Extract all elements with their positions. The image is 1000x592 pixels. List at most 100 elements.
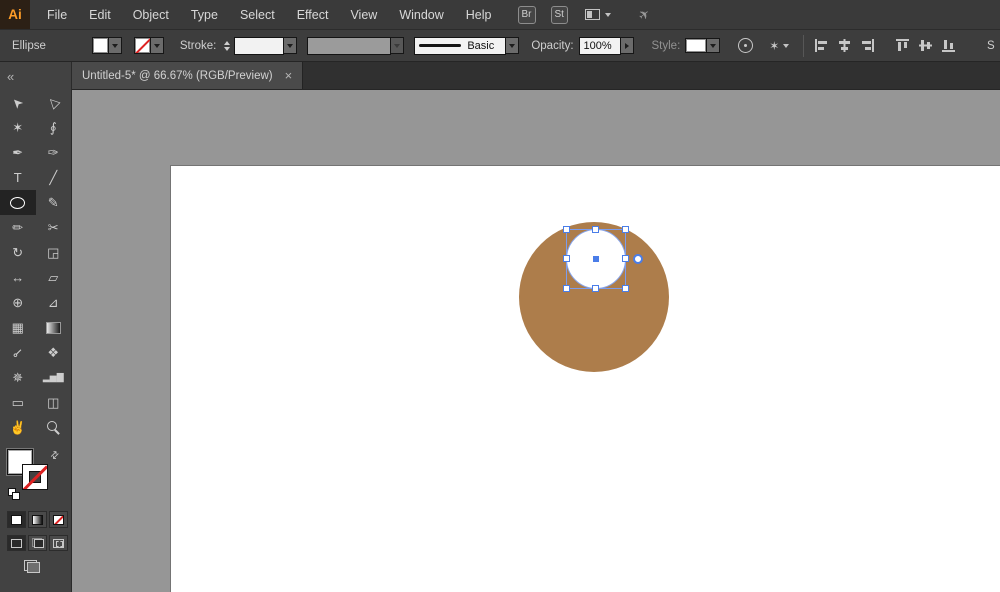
opacity-panel-button[interactable] <box>621 37 634 54</box>
stroke-weight-dropdown-button[interactable] <box>284 37 297 54</box>
scissors-tool[interactable]: ✂ <box>36 215 72 240</box>
slice-icon: ◫ <box>47 395 59 411</box>
opacity-input[interactable] <box>579 37 621 55</box>
document-tab[interactable]: Untitled-5* @ 66.67% (RGB/Preview) × <box>72 62 303 89</box>
select-similar-button[interactable]: ✶ <box>769 39 789 53</box>
pen-icon: ✒ <box>12 145 23 161</box>
stroke-color-picker[interactable] <box>134 37 164 54</box>
selection-handle-middle-right[interactable] <box>622 255 629 262</box>
color-button[interactable] <box>7 511 26 528</box>
share-icon[interactable]: ✈ <box>635 5 653 24</box>
menu-item-type[interactable]: Type <box>180 0 229 29</box>
symbol-sprayer-tool[interactable]: ✵ <box>0 365 36 390</box>
selection-handle-bottom-center[interactable] <box>592 285 599 292</box>
none-slash-icon <box>22 465 48 490</box>
stroke-dropdown-button[interactable] <box>151 37 164 54</box>
stroke-swatch[interactable] <box>22 464 48 490</box>
shaper-tool[interactable]: ✏ <box>0 215 36 240</box>
opacity-combo[interactable] <box>579 37 634 55</box>
scale-tool[interactable]: ◲ <box>36 240 72 265</box>
ellipse-tool[interactable] <box>0 190 36 215</box>
style-dropdown-button[interactable] <box>707 38 720 53</box>
chevron-down-icon <box>287 44 293 48</box>
collapse-panel-button[interactable]: « <box>7 69 14 84</box>
align-horizontal-center-button[interactable] <box>833 35 856 57</box>
bridge-button[interactable]: Br <box>518 6 536 24</box>
draw-inside-button[interactable] <box>49 535 68 551</box>
menu-item-view[interactable]: View <box>339 0 388 29</box>
line-segment-tool[interactable]: ╱ <box>36 165 72 190</box>
align-left-icon <box>814 38 829 53</box>
brush-definition-combo[interactable]: Basic <box>414 37 519 55</box>
artboard-tool[interactable]: ▭ <box>0 390 36 415</box>
rotate-tool[interactable]: ↻ <box>0 240 36 265</box>
width-profile-field <box>307 37 391 55</box>
live-shape-widget[interactable] <box>633 254 643 264</box>
style-combo[interactable] <box>685 38 720 53</box>
selection-handle-bottom-left[interactable] <box>563 285 570 292</box>
selection-tool[interactable]: ➤ <box>0 90 36 115</box>
blend-tool[interactable]: ❖ <box>36 340 72 365</box>
selection-handle-middle-left[interactable] <box>563 255 570 262</box>
menu-item-help[interactable]: Help <box>455 0 503 29</box>
zoom-icon <box>47 421 60 434</box>
fill-dropdown-button[interactable] <box>109 37 122 54</box>
workspace-switcher[interactable] <box>585 9 611 20</box>
close-tab-icon[interactable]: × <box>285 69 293 82</box>
shape-builder-tool[interactable]: ⊕ <box>0 290 36 315</box>
brush-dropdown-button[interactable] <box>506 37 519 54</box>
free-transform-tool[interactable]: ▱ <box>36 265 72 290</box>
selection-handle-top-center[interactable] <box>592 226 599 233</box>
direct-selection-tool[interactable]: ▷ <box>36 90 72 115</box>
menu-item-select[interactable]: Select <box>229 0 286 29</box>
tools-panel: « ➤ ▷ ✶ ∮ ✒ ✑ T ╱ ✎ ✏ ✂ ↻ ◲ ↔ ▱ ⊕ ⊿ ▦ ⊸ … <box>0 62 72 592</box>
gradient-tool[interactable] <box>36 315 72 340</box>
stock-button[interactable]: St <box>551 6 568 24</box>
recolor-artwork-icon[interactable] <box>738 38 753 53</box>
change-screen-mode-icon[interactable] <box>24 560 40 573</box>
gradient-button[interactable] <box>28 511 47 528</box>
draw-normal-button[interactable] <box>7 535 26 551</box>
slice-tool[interactable]: ◫ <box>36 390 72 415</box>
drawing-mode-row <box>7 535 71 551</box>
lasso-tool[interactable]: ∮ <box>36 115 72 140</box>
menu-item-object[interactable]: Object <box>122 0 180 29</box>
default-fill-stroke-icon[interactable] <box>8 488 22 501</box>
align-horizontal-left-button[interactable] <box>810 35 833 57</box>
artboard[interactable] <box>170 165 1000 592</box>
menu-item-edit[interactable]: Edit <box>78 0 122 29</box>
align-horizontal-right-button[interactable] <box>856 35 879 57</box>
selection-handle-bottom-right[interactable] <box>622 285 629 292</box>
align-vertical-center-button[interactable] <box>914 35 937 57</box>
pen-tool[interactable]: ✒ <box>0 140 36 165</box>
magic-wand-tool[interactable]: ✶ <box>0 115 36 140</box>
stroke-weight-combo[interactable] <box>234 37 297 55</box>
align-vertical-top-button[interactable] <box>891 35 914 57</box>
brush-definition-field[interactable]: Basic <box>414 37 506 55</box>
curvature-tool[interactable]: ✑ <box>36 140 72 165</box>
eyedropper-tool[interactable]: ⊸ <box>0 340 36 365</box>
paintbrush-tool[interactable]: ✎ <box>36 190 72 215</box>
menu-item-file[interactable]: File <box>36 0 78 29</box>
stroke-weight-stepper[interactable] <box>224 41 230 51</box>
width-tool[interactable]: ↔ <box>0 265 36 290</box>
align-vertical-bottom-button[interactable] <box>937 35 960 57</box>
draw-behind-button[interactable] <box>28 535 47 551</box>
hand-tool[interactable]: ✌ <box>0 415 36 440</box>
zoom-tool[interactable] <box>36 415 72 440</box>
variable-width-profile-combo <box>307 37 404 55</box>
perspective-grid-tool[interactable]: ⊿ <box>36 290 72 315</box>
menu-item-window[interactable]: Window <box>388 0 454 29</box>
fill-color-picker[interactable] <box>92 37 122 54</box>
mesh-tool[interactable]: ▦ <box>0 315 36 340</box>
none-button[interactable] <box>49 511 68 528</box>
canvas[interactable] <box>72 90 1000 592</box>
stroke-weight-field[interactable] <box>234 37 284 55</box>
swap-fill-stroke-icon[interactable]: ⇄ <box>48 449 62 463</box>
selection-handle-top-left[interactable] <box>563 226 570 233</box>
column-graph-tool[interactable]: ▂▅▇ <box>36 365 72 390</box>
type-tool[interactable]: T <box>0 165 36 190</box>
selection-handle-top-right[interactable] <box>622 226 629 233</box>
selection-center-point[interactable] <box>593 256 599 262</box>
menu-item-effect[interactable]: Effect <box>286 0 340 29</box>
